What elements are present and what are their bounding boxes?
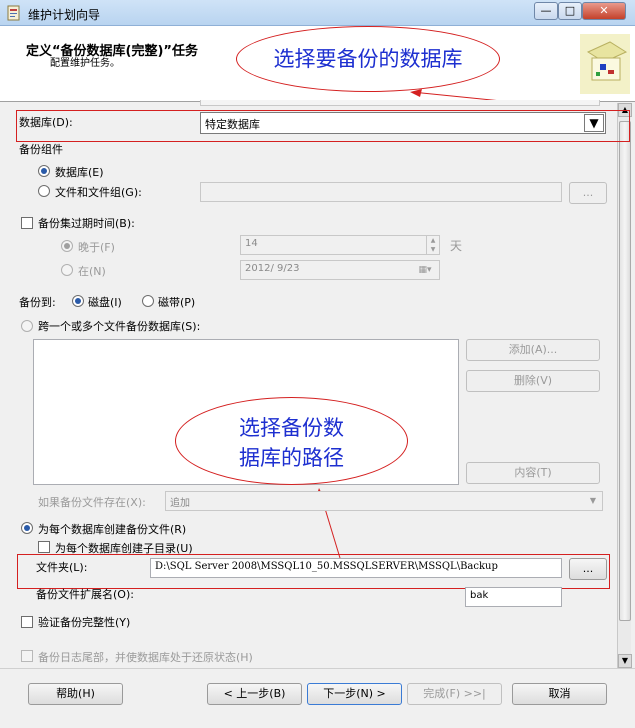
backup-component-label: 备份组件 <box>19 143 63 156</box>
annotation-text-top: 选择要备份的数据库 <box>273 47 463 71</box>
if-exists-label: 如果备份文件存在(X): <box>38 496 146 509</box>
wizard-app-icon <box>7 5 20 21</box>
page-subtitle: 配置维护任务。 <box>50 58 120 69</box>
backup-to-label: 备份到: <box>19 296 56 309</box>
verify-checkbox[interactable] <box>21 616 33 628</box>
add-file-button[interactable]: 添加(A)... <box>466 339 600 361</box>
backup-disk-label: 磁盘(I) <box>88 296 122 309</box>
files-field[interactable] <box>200 182 562 202</box>
vertical-scrollbar[interactable]: ▲ ▼ <box>617 103 632 668</box>
expire-after-label: 晚于(F) <box>78 241 115 254</box>
tail-log-label: 备份日志尾部，并使数据库处于还原状态(H) <box>38 651 253 664</box>
extension-label: 备份文件扩展名(O): <box>36 588 134 601</box>
finish-button[interactable]: 完成(F) >>| <box>407 683 502 705</box>
database-dropdown-icon[interactable]: ▼ <box>584 114 604 132</box>
expire-days-unit: 天 <box>450 239 463 253</box>
annotation-text-middle-1: 选择备份数 <box>239 416 344 440</box>
subdir-checkbox[interactable] <box>38 541 50 553</box>
folder-label: 文件夹(L): <box>36 561 88 574</box>
component-files-radio[interactable] <box>38 185 50 197</box>
contents-button[interactable]: 内容(T) <box>466 462 600 484</box>
expire-on-radio[interactable] <box>61 264 73 276</box>
previous-field-edge <box>200 100 600 106</box>
component-files-label: 文件和文件组(G): <box>55 186 142 199</box>
folder-browse-button[interactable]: ... <box>569 558 607 580</box>
next-button[interactable]: 下一步(N) > <box>307 683 402 705</box>
cancel-button[interactable]: 取消 <box>512 683 607 705</box>
per-db-label: 为每个数据库创建备份文件(R) <box>38 523 187 536</box>
if-exists-dropdown-icon[interactable]: ▼ <box>586 493 600 509</box>
close-button[interactable]: ✕ <box>582 2 626 20</box>
help-button[interactable]: 帮助(H) <box>28 683 123 705</box>
backup-tape-radio[interactable] <box>142 295 154 307</box>
scroll-down-icon[interactable]: ▼ <box>618 654 632 668</box>
scroll-thumb[interactable] <box>619 121 631 621</box>
expire-days-input[interactable]: 14 <box>240 235 440 255</box>
backup-disk-radio[interactable] <box>72 295 84 307</box>
span-files-label: 跨一个或多个文件备份数据库(S): <box>38 320 201 333</box>
annotation-text-middle-2: 据库的路径 <box>239 446 344 470</box>
back-button[interactable]: < 上一步(B) <box>207 683 302 705</box>
component-database-label: 数据库(E) <box>55 166 104 179</box>
span-files-radio[interactable] <box>21 320 33 332</box>
expire-after-radio[interactable] <box>61 240 73 252</box>
expire-on-label: 在(N) <box>78 265 106 278</box>
maximize-button[interactable]: □ <box>558 2 582 20</box>
remove-file-button[interactable]: 删除(V) <box>466 370 600 392</box>
tail-log-checkbox[interactable] <box>21 650 33 662</box>
per-db-radio[interactable] <box>21 522 33 534</box>
expire-checkbox[interactable] <box>21 217 33 229</box>
database-select[interactable]: 特定数据库 <box>200 112 606 134</box>
folder-input[interactable]: D:\SQL Server 2008\MSSQL10_50.MSSQLSERVE… <box>150 558 562 578</box>
component-database-radio[interactable] <box>38 165 50 177</box>
minimize-button[interactable]: — <box>534 2 558 20</box>
expire-label: 备份集过期时间(B): <box>38 217 135 230</box>
if-exists-select[interactable]: 追加 <box>165 491 603 511</box>
calendar-dropdown-icon[interactable]: ▦▾ <box>413 262 437 278</box>
database-label: 数据库(D): <box>19 116 73 129</box>
expire-date-picker[interactable]: 2012/ 9/23 <box>240 260 440 280</box>
extension-input[interactable]: bak <box>465 587 562 607</box>
expire-days-spinner-icon[interactable]: ▲ ▼ <box>426 236 439 254</box>
window-title: 维护计划向导 <box>28 8 101 22</box>
backup-tape-label: 磁带(P) <box>158 296 196 309</box>
verify-label: 验证备份完整性(Y) <box>38 616 131 629</box>
files-browse-button[interactable]: ... <box>569 182 607 204</box>
